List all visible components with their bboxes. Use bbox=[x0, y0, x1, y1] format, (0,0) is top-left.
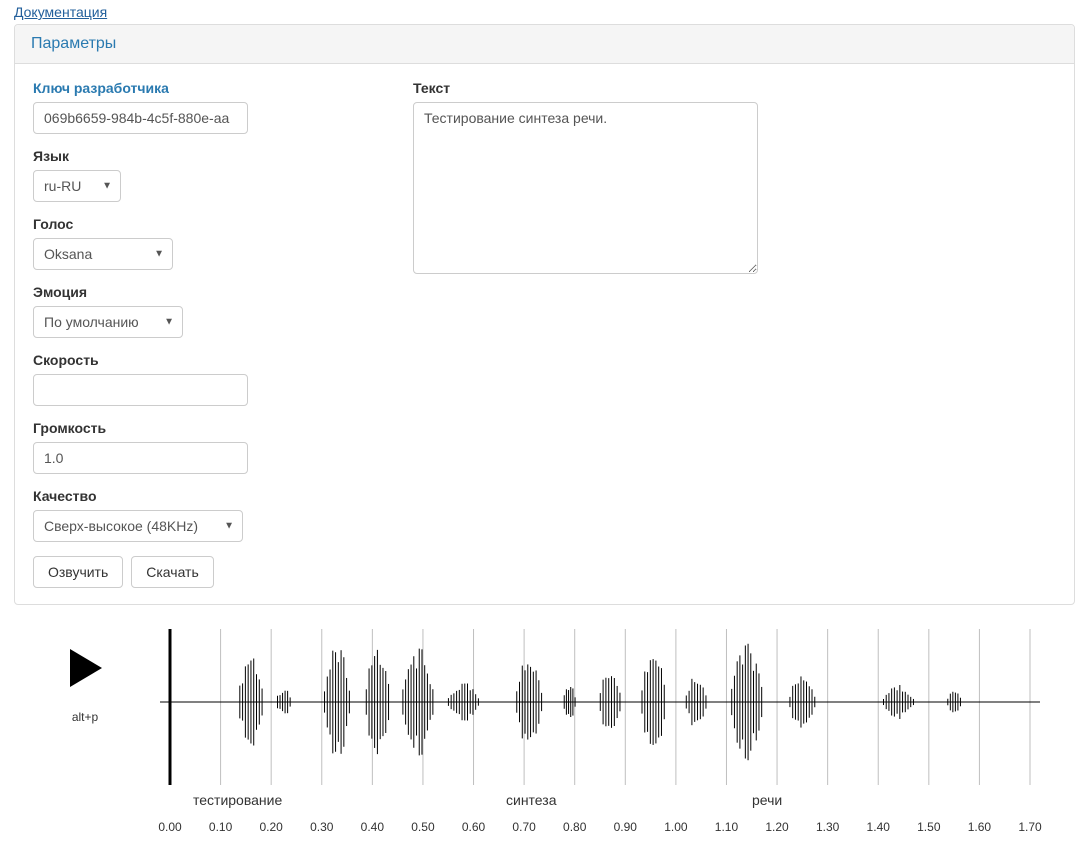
time-tick-label: 1.70 bbox=[1018, 820, 1041, 834]
text-label: Текст bbox=[413, 80, 1056, 96]
emotion-select[interactable]: По умолчанию bbox=[33, 306, 183, 338]
quality-select[interactable]: Сверх-высокое (48KHz) bbox=[33, 510, 243, 542]
voice-label: Голос bbox=[33, 216, 373, 232]
speak-button[interactable]: Озвучить bbox=[33, 556, 123, 588]
speed-label: Скорость bbox=[33, 352, 373, 368]
time-tick-label: 0.20 bbox=[259, 820, 282, 834]
time-tick-label: 0.80 bbox=[563, 820, 586, 834]
time-tick-label: 1.30 bbox=[816, 820, 839, 834]
alignment-word: речи bbox=[752, 792, 782, 808]
text-input[interactable]: Тестирование синтеза речи. bbox=[413, 102, 758, 274]
panel-title: Параметры bbox=[15, 25, 1074, 64]
alignment-word: синтеза bbox=[506, 792, 557, 808]
volume-label: Громкость bbox=[33, 420, 373, 436]
time-tick-label: 0.10 bbox=[209, 820, 232, 834]
word-alignment-row: тестирование синтеза речи bbox=[160, 792, 1059, 810]
time-tick-label: 0.40 bbox=[361, 820, 384, 834]
waveform-display[interactable] bbox=[160, 627, 1040, 787]
volume-input[interactable] bbox=[33, 442, 248, 474]
time-tick-label: 1.10 bbox=[715, 820, 738, 834]
time-tick-label: 1.50 bbox=[917, 820, 940, 834]
language-label: Язык bbox=[33, 148, 373, 164]
play-button[interactable] bbox=[64, 647, 106, 689]
time-tick-label: 1.40 bbox=[867, 820, 890, 834]
alignment-word: тестирование bbox=[193, 792, 282, 808]
time-tick-label: 0.30 bbox=[310, 820, 333, 834]
documentation-link[interactable]: Документация bbox=[0, 0, 1089, 24]
time-axis: 0.00 0.10 0.20 0.30 0.40 0.50 0.60 0.70 0.80 0.90… bbox=[160, 820, 1059, 840]
time-tick-label: 1.60 bbox=[968, 820, 991, 834]
api-key-label[interactable]: Ключ разработчика bbox=[33, 80, 373, 96]
parameters-panel: Параметры Ключ разработчика Язык ru-RU ▼ bbox=[14, 24, 1075, 605]
language-select[interactable]: ru-RU bbox=[33, 170, 121, 202]
time-tick-label: 0.50 bbox=[411, 820, 434, 834]
play-shortcut-label: alt+p bbox=[30, 710, 140, 724]
play-icon bbox=[64, 647, 106, 689]
time-tick-label: 0.90 bbox=[614, 820, 637, 834]
time-tick-label: 0.60 bbox=[462, 820, 485, 834]
time-tick-label: 1.20 bbox=[765, 820, 788, 834]
time-tick-label: 0.00 bbox=[158, 820, 181, 834]
time-tick-label: 1.00 bbox=[664, 820, 687, 834]
download-button[interactable]: Скачать bbox=[131, 556, 214, 588]
voice-select[interactable]: Oksana bbox=[33, 238, 173, 270]
api-key-input[interactable] bbox=[33, 102, 248, 134]
speed-input[interactable] bbox=[33, 374, 248, 406]
audio-player: alt+p тестированиесинтезаречи 0.000.100.… bbox=[0, 619, 1089, 850]
emotion-label: Эмоция bbox=[33, 284, 373, 300]
quality-label: Качество bbox=[33, 488, 373, 504]
time-tick-label: 0.70 bbox=[512, 820, 535, 834]
